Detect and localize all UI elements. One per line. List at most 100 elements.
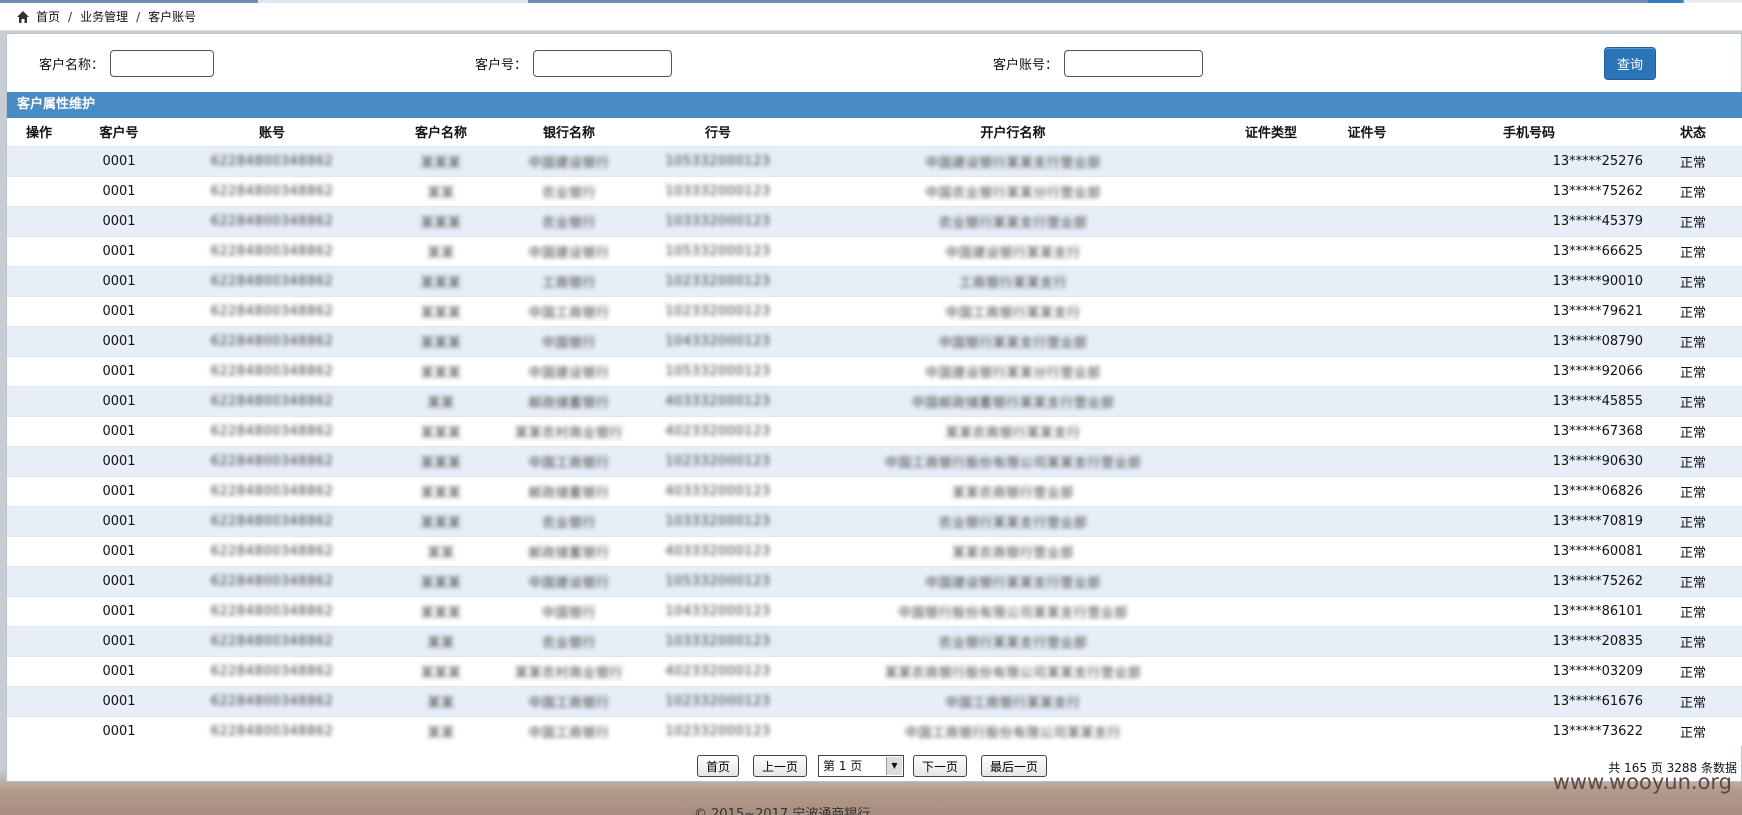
action-cell (7, 445, 71, 476)
table-row[interactable]: 0001 62284800348862 某某某 中国建设银行 105332000123 中… (7, 145, 1742, 176)
customer-name-cell: 某某某 (377, 475, 505, 506)
table-row[interactable]: 0001 62284800348862 某某 农业银行 103332000123 农业银行… (7, 625, 1742, 656)
bank-code-cell: 102332000123 (633, 715, 803, 746)
id-type-cell (1223, 505, 1319, 536)
branch-name-cell: 中国工商银行某某支行 (803, 295, 1223, 326)
bank-name-cell: 中国工商银行 (505, 715, 633, 746)
home-icon[interactable] (16, 10, 30, 24)
bank-name-cell: 邮政储蓄银行 (505, 475, 633, 506)
table-row[interactable]: 0001 62284800348862 某某 农业银行 103332000123 中国农业… (7, 175, 1742, 206)
breadcrumb-section[interactable]: 业务管理 (80, 8, 128, 25)
bank-code-cell-value: 105332000123 (665, 363, 771, 379)
customer-number-cell: 0001 (71, 145, 167, 176)
table-row[interactable]: 0001 62284800348862 某某某 中国工商银行 102332000123 中… (7, 295, 1742, 326)
column-header: 证件类型 (1223, 118, 1319, 146)
customer-name-cell-value: 某某某 (420, 605, 462, 621)
last-page-button[interactable]: 最后一页 (981, 755, 1048, 777)
bank-name-cell-value: 某某农村商业银行 (514, 665, 623, 681)
customer-account-input[interactable] (1064, 50, 1204, 77)
customer-name-cell-value: 某某某 (420, 425, 462, 441)
branch-name-cell: 某某农商银行营业部 (803, 535, 1223, 566)
table-row[interactable]: 0001 62284800348862 某某某 农业银行 103332000123 农业银… (7, 205, 1742, 236)
bank-name-cell: 工商银行 (505, 265, 633, 296)
phone-cell: 13*****75262 (1415, 565, 1643, 596)
table-row[interactable]: 0001 62284800348862 某某某 工商银行 102332000123 工商银… (7, 265, 1742, 296)
status-cell: 正常 (1643, 385, 1742, 416)
branch-name-cell: 某某农商银行某某支行 (803, 415, 1223, 446)
phone-cell: 13*****45855 (1415, 385, 1643, 416)
breadcrumb-home[interactable]: 首页 (36, 8, 60, 25)
account-cell-value: 62284800348862 (210, 153, 334, 169)
bank-name-cell-value: 中国工商银行 (528, 305, 610, 321)
customer-name-cell: 某某 (377, 175, 505, 206)
customer-number-cell-value: 0001 (102, 273, 136, 289)
table-row[interactable]: 0001 62284800348862 某某某 邮政储蓄银行 403332000123 某… (7, 475, 1742, 506)
branch-name-cell: 中国建设银行某某支行营业部 (803, 145, 1223, 176)
chevron-down-icon[interactable]: ▼ (886, 757, 902, 775)
status-cell: 正常 (1643, 205, 1742, 236)
table-row[interactable]: 0001 62284800348862 某某某 中国工商银行 102332000123 中… (7, 445, 1742, 476)
table-row[interactable]: 0001 62284800348862 某某某 农业银行 103332000123 农业银… (7, 505, 1742, 536)
column-header: 银行名称 (505, 118, 633, 146)
id-type-cell (1223, 325, 1319, 356)
prev-page-button[interactable]: 上一页 (753, 755, 808, 777)
customer-name-cell-value: 某某 (427, 635, 455, 651)
account-cell-value: 62284800348862 (210, 243, 334, 259)
action-cell (7, 145, 71, 176)
status-cell: 正常 (1643, 265, 1742, 296)
table-row[interactable]: 0001 62284800348862 某某 中国工商银行 102332000123 中国… (7, 685, 1742, 716)
status-cell-value: 正常 (1679, 635, 1706, 651)
table-row[interactable]: 0001 62284800348862 某某 中国建设银行 105332000123 中国… (7, 235, 1742, 266)
status-cell-value: 正常 (1679, 665, 1706, 681)
phone-cell-value: 13*****90630 (1552, 453, 1643, 469)
phone-cell-value: 13*****75262 (1552, 573, 1643, 589)
status-cell-value: 正常 (1679, 215, 1706, 231)
customer-number-input[interactable] (533, 50, 673, 77)
account-cell: 62284800348862 (167, 595, 377, 626)
table-row[interactable]: 0001 62284800348862 某某某 中国银行 104332000123 中国银… (7, 325, 1742, 356)
account-cell-value: 62284800348862 (210, 333, 334, 349)
table-row[interactable]: 0001 62284800348862 某某某 中国建设银行 105332000123 中… (7, 565, 1742, 596)
column-header: 证件号 (1319, 118, 1415, 146)
action-cell (7, 535, 71, 566)
first-page-button[interactable]: 首页 (697, 755, 740, 777)
bank-code-cell-value: 402332000123 (665, 663, 771, 679)
id-type-cell (1223, 475, 1319, 506)
column-header: 行号 (633, 118, 803, 146)
table-row[interactable]: 0001 62284800348862 某某 邮政储蓄银行 403332000123 中国… (7, 385, 1742, 416)
customer-number-field: 客户号： (475, 50, 673, 77)
next-page-button[interactable]: 下一页 (913, 755, 968, 777)
table-row[interactable]: 0001 62284800348862 某某 邮政储蓄银行 403332000123 某某… (7, 535, 1742, 566)
bank-code-cell-value: 104332000123 (665, 603, 771, 619)
search-button[interactable]: 查询 (1604, 47, 1656, 80)
action-cell (7, 475, 71, 506)
bank-name-cell-value: 邮政储蓄银行 (528, 395, 610, 411)
bank-name-cell: 中国建设银行 (505, 565, 633, 596)
table-row[interactable]: 0001 62284800348862 某某某 中国银行 104332000123 中国银… (7, 595, 1742, 626)
bank-name-cell: 中国工商银行 (505, 445, 633, 476)
bank-code-cell: 402332000123 (633, 655, 803, 686)
id-number-cell (1319, 535, 1415, 566)
table-row[interactable]: 0001 62284800348862 某某 中国工商银行 102332000123 中国… (7, 715, 1742, 746)
action-cell (7, 655, 71, 686)
status-cell-value: 正常 (1679, 305, 1706, 321)
bank-code-cell: 103332000123 (633, 625, 803, 656)
table-row[interactable]: 0001 62284800348862 某某某 中国建设银行 105332000123 中… (7, 355, 1742, 386)
customer-name-input[interactable] (110, 50, 215, 77)
pagination: 首页 上一页 第 1 页 ▼ 下一页 最后一页 共 165 页 3288 条数据 (7, 751, 1742, 781)
bank-code-cell: 102332000123 (633, 685, 803, 716)
customer-name-cell: 某某某 (377, 505, 505, 536)
table-row[interactable]: 0001 62284800348862 某某某 某某农村商业银行 40233200012… (7, 415, 1742, 446)
branch-name-cell: 中国工商银行某某支行 (803, 685, 1223, 716)
customer-number-cell-value: 0001 (102, 213, 136, 229)
branch-name-cell-value: 某某农商银行某某支行 (945, 425, 1081, 441)
account-cell-value: 62284800348862 (210, 213, 334, 229)
table-row[interactable]: 0001 62284800348862 某某某 某某农村商业银行 40233200012… (7, 655, 1742, 686)
account-cell: 62284800348862 (167, 265, 377, 296)
id-number-cell (1319, 175, 1415, 206)
bank-code-cell-value: 105332000123 (665, 243, 771, 259)
page-select[interactable]: 第 1 页 ▼ (818, 755, 904, 777)
phone-cell: 13*****25276 (1415, 145, 1643, 176)
bank-name-cell-value: 农业银行 (541, 185, 596, 201)
customer-name-cell: 某某某 (377, 565, 505, 596)
